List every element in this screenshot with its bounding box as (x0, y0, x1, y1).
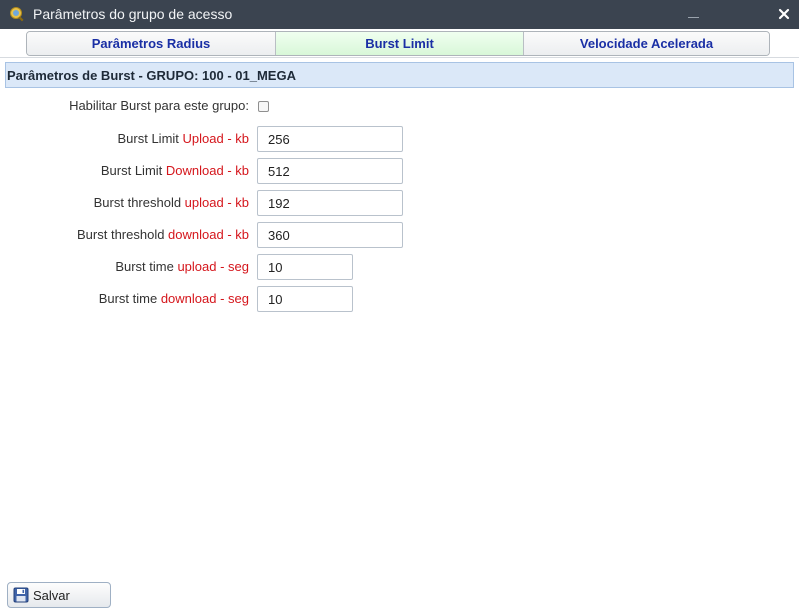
save-button-label: Salvar (33, 587, 70, 603)
burst-time-download-input[interactable] (257, 286, 353, 312)
enable-burst-label: Habilitar Burst para este grupo: (69, 98, 249, 113)
burst-threshold-upload-input[interactable] (257, 190, 403, 216)
close-icon[interactable] (777, 7, 791, 21)
form-row: Burst threshold upload - kb (0, 190, 799, 216)
save-button[interactable]: Salvar (7, 582, 111, 608)
burst-threshold-download-input[interactable] (257, 222, 403, 248)
window-title: Parâmetros do grupo de acesso (33, 6, 233, 22)
form-row: Burst time upload - seg (0, 254, 799, 280)
section-header: Parâmetros de Burst - GRUPO: 100 - 01_ME… (5, 62, 794, 88)
magnifier-globe-icon (10, 7, 24, 22)
form-row: Burst threshold download - kb (0, 222, 799, 248)
form-row: Burst Limit Download - kb (0, 158, 799, 184)
tab-velocidade-acelerada[interactable]: Velocidade Acelerada (523, 32, 769, 55)
burst-limit-download-input[interactable] (257, 158, 403, 184)
tab-parametros-radius[interactable]: Parâmetros Radius (27, 32, 275, 55)
burst-time-download-label: Burst time download - seg (98, 291, 249, 306)
form-row: Burst Limit Upload - kb (0, 126, 799, 152)
enable-burst-row: Habilitar Burst para este grupo: (0, 93, 799, 119)
burst-limit-upload-label: Burst Limit Upload - kb (117, 131, 250, 146)
burst-threshold-download-label: Burst threshold download - kb (77, 227, 249, 242)
burst-threshold-upload-label: Burst threshold upload - kb (93, 195, 249, 210)
form-row: Burst time download - seg (0, 286, 799, 312)
tab-burst-limit[interactable]: Burst Limit (275, 32, 523, 55)
minimize-icon[interactable] (688, 9, 700, 21)
enable-burst-checkbox[interactable] (258, 101, 269, 112)
burst-time-upload-label: Burst time upload - seg (115, 259, 249, 274)
tab-bar: Parâmetros Radius Burst Limit Velocidade… (26, 31, 770, 56)
floppy-disk-icon (13, 587, 29, 603)
burst-limit-upload-input[interactable] (257, 126, 403, 152)
burst-time-upload-input[interactable] (257, 254, 353, 280)
burst-limit-download-label: Burst Limit Download - kb (100, 163, 249, 178)
tab-divider (0, 57, 799, 58)
window-titlebar: Parâmetros do grupo de acesso (0, 0, 799, 29)
